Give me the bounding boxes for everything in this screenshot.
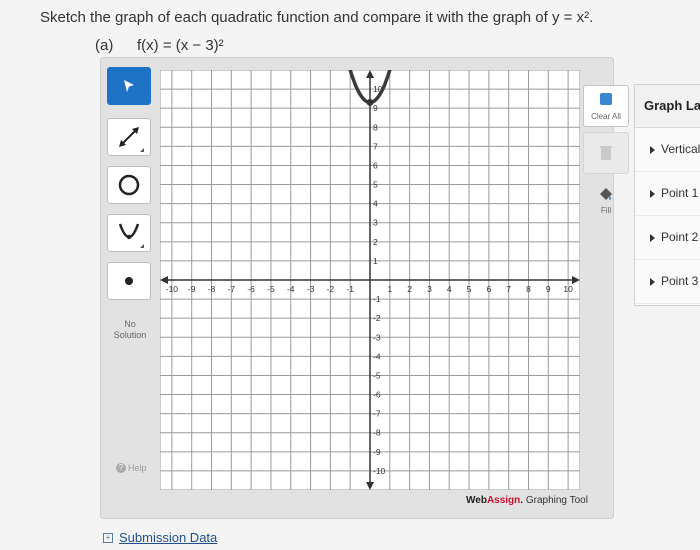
clear-all-icon [600, 93, 612, 105]
graph-layers-panel: Graph Layers Vertical Point 1 Point 2 Po… [634, 84, 700, 306]
y-tick-label: -8 [373, 428, 381, 438]
x-tick-label: 7 [506, 284, 511, 294]
x-tick-label: 2 [407, 284, 412, 294]
y-tick-label: -7 [373, 409, 381, 419]
brand-logo: WebAssign. [466, 495, 524, 506]
x-tick-label: -6 [247, 284, 255, 294]
fill-label: Fill [600, 206, 612, 215]
vertex-point [366, 98, 374, 106]
expand-triangle-icon [650, 189, 655, 198]
point-tool-button[interactable] [107, 262, 151, 300]
y-tick-label: 6 [373, 160, 378, 170]
x-tick-label: -10 [166, 284, 179, 294]
help-button[interactable]: ? Help [116, 463, 147, 473]
y-tick-label: 9 [373, 103, 378, 113]
graph-layers-title: Graph Layers [635, 85, 700, 128]
x-tick-label: 10 [563, 284, 573, 294]
layer-item-point-3[interactable]: Point 3 [635, 260, 700, 304]
x-tick-label: -3 [307, 284, 315, 294]
y-tick-label: 8 [373, 122, 378, 132]
x-tick-label: -9 [188, 284, 196, 294]
graph-canvas[interactable]: -10 -9 -8 -7 -6 -5 -4 -3 -2 -1 1 2 3 4 5 6 7 8 9 1010987654… [160, 70, 580, 490]
y-tick-label: 3 [373, 218, 378, 228]
line-tool-button[interactable] [107, 118, 151, 156]
submission-data-link[interactable]: Submission Data [119, 530, 217, 545]
submission-data-toggle[interactable]: + Submission Data [103, 530, 217, 545]
clear-all-button[interactable]: Clear All [583, 85, 629, 127]
webassign-brand: WebAssign. Graphing Tool [466, 495, 588, 506]
y-tick-label: -6 [373, 390, 381, 400]
x-tick-label: 6 [487, 284, 492, 294]
y-tick-label: 5 [373, 180, 378, 190]
y-tick-label: 2 [373, 237, 378, 247]
arrow-pointer-icon [124, 80, 134, 92]
part-label: (a) [95, 37, 114, 54]
pointer-tool-button[interactable] [107, 67, 151, 105]
expand-triangle-icon [650, 277, 655, 286]
function-expression: f(x) = (x − 3)² [137, 37, 224, 54]
parabola-tool-button[interactable] [107, 214, 151, 252]
expand-plus-icon: + [103, 532, 113, 543]
layer-item-point-2[interactable]: Point 2 [635, 216, 700, 260]
parabola-icon [118, 223, 144, 248]
layer-item-point-1[interactable]: Point 1 [635, 172, 700, 216]
x-tick-label: 4 [447, 284, 452, 294]
x-tick-label: -4 [287, 284, 295, 294]
x-tick-label: -2 [327, 284, 335, 294]
brand-suffix: Graphing Tool [525, 495, 588, 506]
circle-tool-button[interactable] [107, 166, 151, 204]
layer-item-vertical[interactable]: Vertical [635, 128, 700, 172]
x-tick-label: -7 [228, 284, 236, 294]
line-icon [119, 127, 144, 152]
help-icon: ? [116, 463, 126, 473]
y-tick-label: -2 [373, 313, 381, 323]
trash-icon [600, 146, 612, 160]
x-tick-label: 3 [427, 284, 432, 294]
x-tick-label: -5 [267, 284, 275, 294]
point-icon [125, 277, 133, 285]
y-tick-label: 4 [373, 199, 378, 209]
y-tick-label: -9 [373, 447, 381, 457]
y-tick-label: -5 [373, 370, 381, 380]
clear-all-label: Clear All [591, 112, 621, 121]
x-tick-label: 1 [387, 284, 392, 294]
y-tick-label: -10 [373, 466, 386, 476]
expand-triangle-icon [650, 233, 655, 242]
x-tick-label: 9 [546, 284, 551, 294]
x-tick-label: 8 [526, 284, 531, 294]
expand-triangle-icon [650, 145, 655, 154]
part-a: (a) f(x) = (x − 3)² [95, 37, 224, 54]
no-solution-button[interactable]: No Solution [108, 311, 152, 349]
help-label: Help [128, 463, 147, 473]
y-tick-label: 1 [373, 256, 378, 266]
circle-icon [118, 174, 140, 196]
fill-button[interactable]: Fill [583, 178, 629, 220]
y-tick-label: -4 [373, 351, 381, 361]
x-tick-label: 5 [467, 284, 472, 294]
delete-button[interactable] [583, 132, 629, 174]
y-tick-label: -3 [373, 332, 381, 342]
question-prompt: Sketch the graph of each quadratic funct… [40, 9, 594, 26]
paint-bucket-icon [600, 188, 612, 200]
x-tick-label: -1 [346, 284, 354, 294]
x-tick-label: -8 [208, 284, 216, 294]
y-tick-label: 7 [373, 141, 378, 151]
y-tick-label: -1 [373, 294, 381, 304]
